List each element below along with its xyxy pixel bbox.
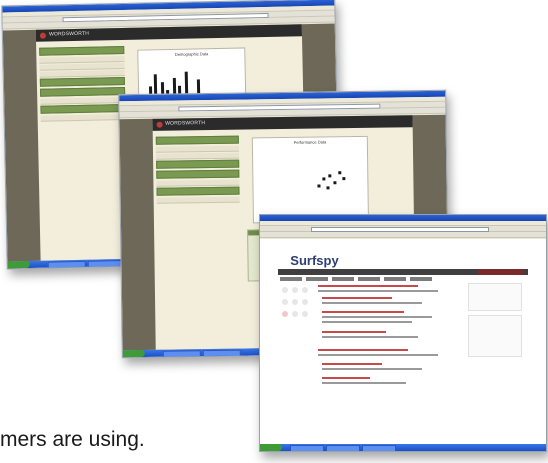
sidebar-item[interactable] — [40, 113, 126, 122]
bullet-icon — [302, 299, 309, 305]
sidebar-tab[interactable] — [155, 135, 239, 145]
bullet-icon — [292, 287, 299, 293]
result-snippet — [322, 302, 423, 304]
logo-icon — [40, 32, 47, 39]
result-link[interactable] — [322, 331, 387, 333]
result-snippet — [322, 368, 423, 370]
chart-point — [328, 174, 332, 178]
sidebar-item[interactable] — [156, 196, 240, 204]
result-link[interactable] — [322, 363, 383, 365]
sidebar-tab[interactable] — [40, 76, 126, 87]
sidebar-tab[interactable] — [155, 159, 240, 169]
chart-point — [317, 184, 321, 188]
start-button[interactable] — [260, 444, 282, 451]
taskbar-item[interactable] — [326, 445, 360, 451]
site-brand: WORDSWORTH — [49, 30, 90, 38]
sidebar-item[interactable] — [155, 179, 240, 187]
site-header: WORDSWORTH — [152, 115, 414, 131]
chart-point — [342, 177, 346, 181]
taskbar-item[interactable] — [47, 260, 86, 269]
nav-item[interactable] — [306, 277, 329, 281]
bullet-icon-highlighted — [282, 311, 289, 317]
slide-caption: mers are using. — [0, 428, 145, 451]
sidebar-item[interactable] — [155, 145, 240, 153]
chart-point — [337, 170, 341, 174]
bullet-icon — [282, 287, 289, 293]
site-brand: WORDSWORTH — [165, 120, 206, 127]
result-snippet — [318, 354, 439, 356]
result-link[interactable] — [318, 349, 409, 351]
sidebar-tab[interactable] — [40, 86, 126, 97]
result-link[interactable] — [322, 377, 371, 379]
nav-item[interactable] — [280, 277, 303, 281]
taskbar-item[interactable] — [202, 349, 241, 358]
scatter-chart-thumbnail: Performance Data — [251, 135, 370, 224]
search-box[interactable] — [477, 269, 524, 275]
sidebar-tab[interactable] — [40, 103, 126, 114]
web-page: Surfspy — [274, 239, 532, 444]
surfspy-logo: Surfspy — [290, 253, 339, 268]
sidebar-nav — [39, 45, 128, 255]
start-button[interactable] — [7, 260, 30, 269]
result-snippet — [322, 321, 413, 323]
result-link[interactable] — [322, 297, 393, 299]
chart-title: Performance Data — [293, 139, 327, 145]
screenshot-window-3: Surfspy — [259, 214, 547, 452]
result-link[interactable] — [318, 285, 419, 287]
window-tabs — [260, 232, 546, 238]
bullet-icon — [292, 299, 299, 305]
bullet-icon — [282, 299, 289, 305]
side-panel — [467, 283, 522, 311]
sidebar-tab[interactable] — [155, 169, 240, 179]
result-snippet — [322, 316, 433, 318]
logo-icon — [156, 121, 163, 128]
taskbar-item[interactable] — [162, 350, 201, 358]
result-snippet — [318, 290, 439, 292]
taskbar-item[interactable] — [290, 445, 324, 451]
chart-point — [321, 177, 325, 181]
result-snippet — [322, 382, 407, 384]
chart-point — [326, 186, 330, 190]
sidebar-tab[interactable] — [156, 186, 240, 196]
browser-viewport: Surfspy — [260, 239, 546, 444]
sidebar-item[interactable] — [155, 152, 240, 160]
taskbar-item[interactable] — [362, 445, 396, 451]
result-link[interactable] — [322, 311, 405, 313]
side-panel — [467, 315, 522, 357]
bullet-icon — [302, 311, 309, 317]
taskbar — [260, 444, 546, 451]
chart-title: Demographic Data — [174, 51, 209, 57]
result-snippet — [322, 336, 419, 338]
nav-item[interactable] — [332, 277, 355, 281]
nav-item[interactable] — [384, 277, 407, 281]
chart-point — [333, 180, 337, 184]
bullet-icon — [292, 311, 299, 317]
sidebar-tab[interactable] — [39, 45, 125, 56]
sidebar-nav — [155, 135, 241, 344]
start-button[interactable] — [122, 349, 145, 358]
bullet-icon — [302, 287, 309, 293]
nav-item[interactable] — [358, 277, 381, 281]
nav-item[interactable] — [410, 277, 433, 281]
